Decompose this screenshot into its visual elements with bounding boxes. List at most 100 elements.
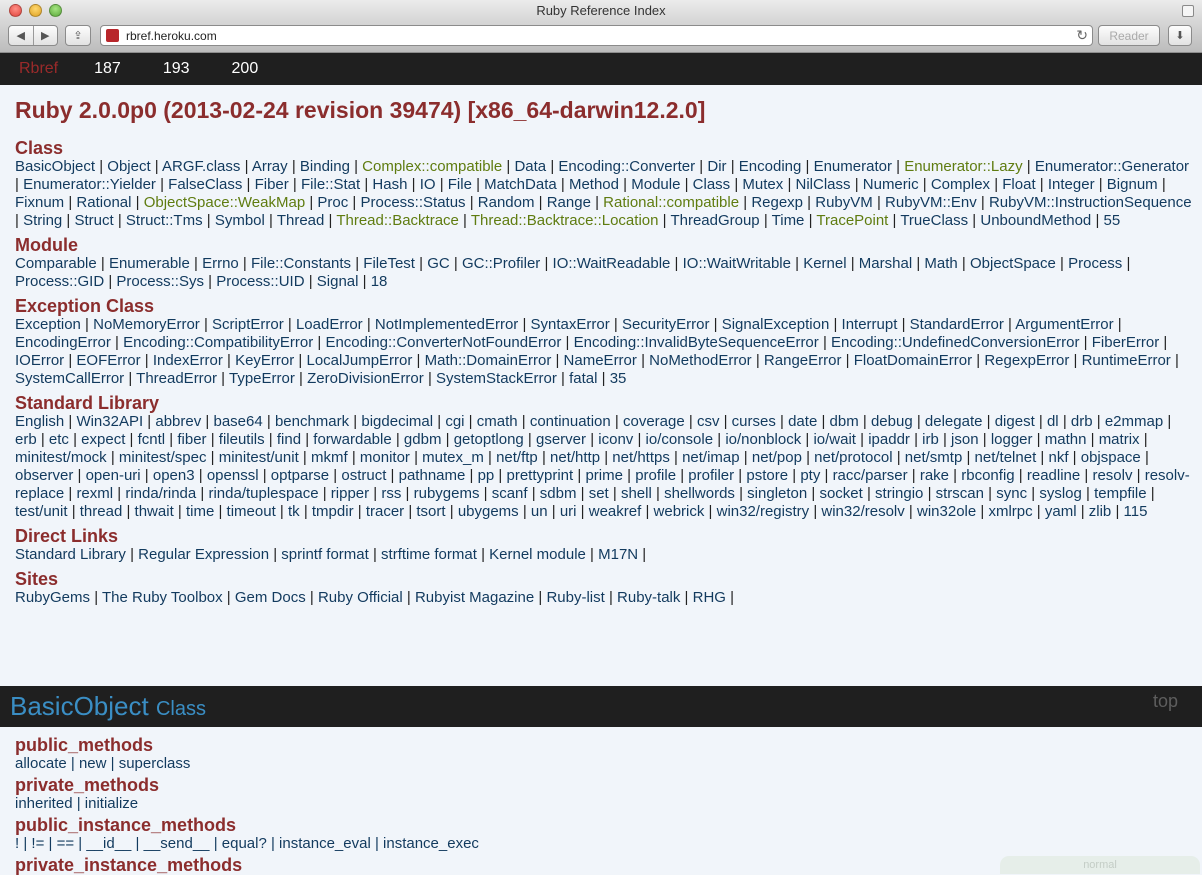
link-shell[interactable]: shell <box>621 485 652 502</box>
link-process[interactable]: Process <box>1068 255 1122 272</box>
link-prime[interactable]: prime <box>585 467 623 484</box>
link-test-unit[interactable]: test/unit <box>15 503 68 520</box>
link-float[interactable]: Float <box>1002 176 1035 193</box>
forward-arrow-icon[interactable]: ▶ <box>34 29 58 42</box>
link-random[interactable]: Random <box>478 194 535 211</box>
link-monitor[interactable]: monitor <box>360 449 410 466</box>
link-delegate[interactable]: delegate <box>925 413 983 430</box>
link-encoding-converter[interactable]: Encoding::Converter <box>558 158 695 175</box>
link-benchmark[interactable]: benchmark <box>275 413 349 430</box>
link-continuation[interactable]: continuation <box>530 413 611 430</box>
method-link[interactable]: instance_exec <box>383 835 479 852</box>
link-complex-compatible[interactable]: Complex::compatible <box>362 158 502 175</box>
link-mutex[interactable]: Mutex <box>742 176 783 193</box>
link-unboundmethod[interactable]: UnboundMethod <box>980 212 1091 229</box>
link-net-ftp[interactable]: net/ftp <box>496 449 538 466</box>
link-thread[interactable]: thread <box>80 503 123 520</box>
link-eoferror[interactable]: EOFError <box>76 352 140 369</box>
link-ruby-list[interactable]: Ruby-list <box>546 589 604 606</box>
link-encodingerror[interactable]: EncodingError <box>15 334 111 351</box>
link-singleton[interactable]: singleton <box>747 485 807 502</box>
link-pstore[interactable]: pstore <box>746 467 788 484</box>
link-time[interactable]: Time <box>772 212 805 229</box>
link-process-status[interactable]: Process::Status <box>361 194 466 211</box>
link-data[interactable]: Data <box>514 158 546 175</box>
link-objspace[interactable]: objspace <box>1081 449 1141 466</box>
link-matrix[interactable]: matrix <box>1099 431 1140 448</box>
brand-link[interactable]: Rbref <box>19 60 58 78</box>
link-floatdomainerror[interactable]: FloatDomainError <box>854 352 972 369</box>
close-window-button[interactable] <box>9 4 22 17</box>
link-erb[interactable]: erb <box>15 431 37 448</box>
link-encoding-invalidbytesequenceerror[interactable]: Encoding::InvalidByteSequenceError <box>574 334 819 351</box>
link-optparse[interactable]: optparse <box>271 467 329 484</box>
link-exception[interactable]: Exception <box>15 316 81 333</box>
link-gem-docs[interactable]: Gem Docs <box>235 589 306 606</box>
link-file-constants[interactable]: File::Constants <box>251 255 351 272</box>
link-bignum[interactable]: Bignum <box>1107 176 1158 193</box>
link-math-domainerror[interactable]: Math::DomainError <box>425 352 552 369</box>
link-keyerror[interactable]: KeyError <box>235 352 294 369</box>
link-encoding-compatibilityerror[interactable]: Encoding::CompatibilityError <box>123 334 313 351</box>
link-json[interactable]: json <box>951 431 979 448</box>
link-open3[interactable]: open3 <box>153 467 195 484</box>
link-rinda-tuplespace[interactable]: rinda/tuplespace <box>208 485 318 502</box>
link-io-wait[interactable]: io/wait <box>813 431 856 448</box>
link-scanf[interactable]: scanf <box>492 485 528 502</box>
link-falseclass[interactable]: FalseClass <box>168 176 242 193</box>
link-matchdata[interactable]: MatchData <box>484 176 557 193</box>
link-class[interactable]: Class <box>693 176 731 193</box>
method-link[interactable]: __send__ <box>144 835 210 852</box>
link-tempfile[interactable]: tempfile <box>1094 485 1147 502</box>
link-thread-backtrace-location[interactable]: Thread::Backtrace::Location <box>471 212 659 229</box>
link-encoding[interactable]: Encoding <box>739 158 802 175</box>
link-mutex-m[interactable]: mutex_m <box>422 449 484 466</box>
link-pp[interactable]: pp <box>478 467 495 484</box>
method-link[interactable]: initialize <box>85 795 138 812</box>
link-tracer[interactable]: tracer <box>366 503 404 520</box>
link-integer[interactable]: Integer <box>1048 176 1095 193</box>
link-prettyprint[interactable]: prettyprint <box>507 467 574 484</box>
link-encoding-converternotfounderror[interactable]: Encoding::ConverterNotFoundError <box>325 334 561 351</box>
method-link[interactable]: allocate <box>15 755 67 772</box>
link-sync[interactable]: sync <box>996 485 1027 502</box>
link-signalexception[interactable]: SignalException <box>722 316 830 333</box>
link-module[interactable]: Module <box>631 176 680 193</box>
link-net-telnet[interactable]: net/telnet <box>975 449 1037 466</box>
link-errno[interactable]: Errno <box>202 255 239 272</box>
link-strftime-format[interactable]: strftime format <box>381 546 477 563</box>
share-button[interactable]: ⇪ <box>65 25 91 46</box>
link-expect[interactable]: expect <box>81 431 125 448</box>
version-link-187[interactable]: 187 <box>94 60 121 78</box>
link-io-waitwritable[interactable]: IO::WaitWritable <box>683 255 791 272</box>
link-enumerator-lazy[interactable]: Enumerator::Lazy <box>904 158 1022 175</box>
top-link[interactable]: top <box>1153 691 1178 712</box>
link-rubygems[interactable]: RubyGems <box>15 589 90 606</box>
link-fixnum[interactable]: Fixnum <box>15 194 64 211</box>
link-observer[interactable]: observer <box>15 467 73 484</box>
link-io-waitreadable[interactable]: IO::WaitReadable <box>553 255 671 272</box>
link-dbm[interactable]: dbm <box>830 413 859 430</box>
link-typeerror[interactable]: TypeError <box>229 370 295 387</box>
link-nkf[interactable]: nkf <box>1048 449 1068 466</box>
link-io-console[interactable]: io/console <box>646 431 714 448</box>
link-scripterror[interactable]: ScriptError <box>212 316 284 333</box>
link-rhg[interactable]: RHG <box>693 589 726 606</box>
link-minitest-spec[interactable]: minitest/spec <box>119 449 207 466</box>
link-strscan[interactable]: strscan <box>936 485 984 502</box>
link-profile[interactable]: profile <box>635 467 676 484</box>
link-cgi[interactable]: cgi <box>445 413 464 430</box>
link-rangeerror[interactable]: RangeError <box>764 352 842 369</box>
link-open-uri[interactable]: open-uri <box>86 467 141 484</box>
link-fileutils[interactable]: fileutils <box>219 431 265 448</box>
link-net-smtp[interactable]: net/smtp <box>905 449 963 466</box>
link-rbconfig[interactable]: rbconfig <box>961 467 1014 484</box>
method-link[interactable]: inherited <box>15 795 73 812</box>
link-win32-resolv[interactable]: win32/resolv <box>821 503 904 520</box>
method-link[interactable]: == <box>57 835 75 852</box>
link-nameerror[interactable]: NameError <box>564 352 637 369</box>
link-tmpdir[interactable]: tmpdir <box>312 503 354 520</box>
link-syslog[interactable]: syslog <box>1039 485 1082 502</box>
link-resolv[interactable]: resolv <box>1092 467 1132 484</box>
link-m17n[interactable]: M17N <box>598 546 638 563</box>
